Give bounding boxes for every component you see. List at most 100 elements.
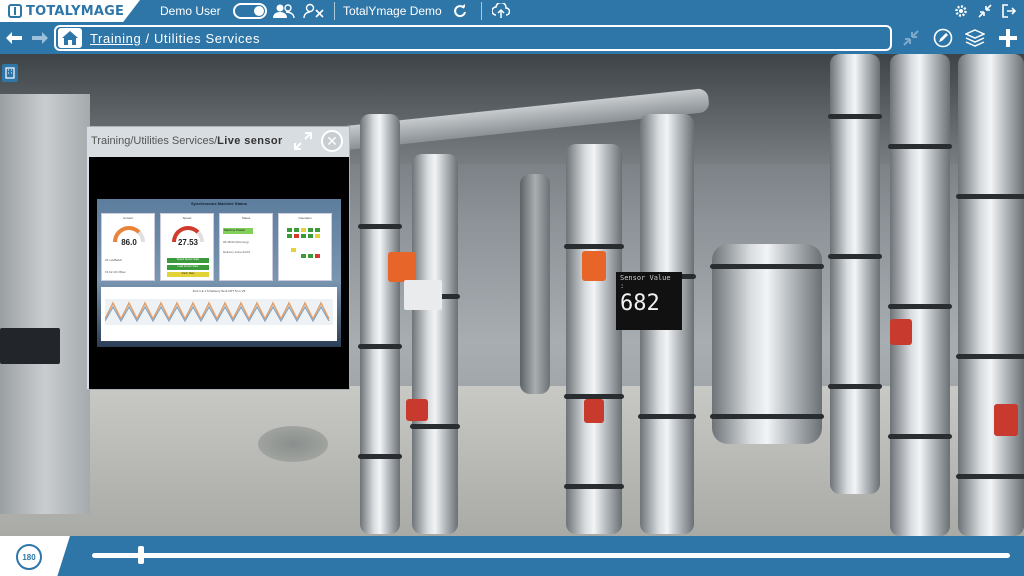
card-note: Delivery since 04:02	[223, 250, 251, 254]
valve-actuator	[994, 404, 1018, 436]
grid-cell	[291, 248, 296, 252]
control-panel	[0, 328, 60, 364]
close-button[interactable]: ✕	[321, 130, 343, 152]
status-bar: Speed Sensor State	[167, 258, 209, 263]
grid-cell	[315, 254, 320, 258]
breadcrumb: Training / Utilities Services	[54, 25, 892, 51]
pipe	[520, 174, 550, 394]
status-bar: Load Sensor State	[167, 265, 209, 270]
map-button[interactable]	[2, 64, 18, 82]
pipe	[828, 54, 882, 494]
add-icon[interactable]	[996, 27, 1020, 49]
trend-lines	[105, 299, 333, 325]
forward-arrow-icon[interactable]	[30, 29, 50, 47]
valve-actuator	[890, 319, 912, 345]
upload-icon[interactable]	[491, 2, 511, 20]
exit-fullscreen-icon[interactable]	[900, 27, 922, 49]
logo-text: TOTALYMAGE	[26, 3, 125, 19]
close-icon: ✕	[326, 132, 338, 149]
pipe	[564, 144, 624, 534]
valve-actuator	[584, 399, 604, 423]
current-card: Current 86.0 26 mA/Batch 15.02.19 Offset	[101, 213, 155, 281]
card-note: 15.02.19 Offset	[105, 270, 126, 274]
grid-cell	[308, 228, 313, 232]
status-bar: Alarm State	[167, 272, 209, 277]
collapse-icon[interactable]	[976, 2, 994, 20]
toggle-knob	[254, 6, 264, 16]
card-title: Speed	[182, 216, 192, 220]
edit-icon[interactable]	[932, 27, 954, 49]
dashboard-title: Synchronous Machine Status	[190, 201, 247, 206]
breadcrumb-link-training[interactable]: Training	[90, 31, 141, 46]
grid-cell	[308, 234, 313, 238]
grid-cell	[315, 228, 320, 232]
layers-icon[interactable]	[964, 27, 986, 49]
speed-card: Speed 27.53 Speed Sensor State Load Sens…	[160, 213, 214, 281]
grid-cell	[301, 228, 306, 232]
operation-card: Operation	[278, 213, 332, 281]
grid-cell	[301, 254, 306, 258]
sensor-label: Sensor Value :	[620, 274, 671, 290]
pipe	[410, 154, 460, 534]
refresh-icon[interactable]	[451, 2, 469, 20]
divider	[481, 2, 482, 20]
popup-path: Training/Utilities Services/	[91, 135, 218, 147]
pipe	[888, 54, 952, 536]
floor-drain	[258, 426, 328, 462]
divider	[334, 2, 335, 20]
valve-actuator	[388, 252, 416, 282]
logo-icon	[8, 4, 22, 18]
trend-title: SLS 1 E 1 5 Delivery Sent NXT 5 L1 V5	[192, 289, 246, 293]
card-title: Status	[241, 216, 251, 220]
grid-cell	[287, 228, 292, 232]
dashboard-screenshot: Synchronous Machine Status Current 86.0 …	[97, 199, 341, 347]
valve-actuator	[582, 251, 606, 281]
valve-actuator	[406, 399, 428, 421]
popup-content: Synchronous Machine Status Current 86.0 …	[89, 157, 349, 389]
gauge-value: 86.0	[121, 238, 137, 247]
junction-box	[404, 280, 442, 310]
wall-tank	[0, 94, 90, 514]
card-title: Operation	[298, 216, 312, 220]
user-name: Demo User	[160, 4, 221, 18]
live-sensor-popup: Training/Utilities Services/Live sensor …	[86, 126, 350, 390]
pipe	[358, 114, 402, 534]
grid-cell	[294, 228, 299, 232]
user-remove-icon[interactable]	[302, 2, 326, 20]
popup-title: Live sensor	[217, 135, 283, 147]
sensor-hotspot[interactable]: Sensor Value : 682	[616, 272, 682, 330]
building-icon	[5, 67, 15, 79]
card-note: 02:48:00 (Running)	[223, 240, 249, 244]
breadcrumb-separator: /	[141, 30, 154, 46]
grid-cell	[315, 234, 320, 238]
home-icon	[62, 31, 78, 45]
pipe-housing	[710, 244, 824, 444]
view-180-label: 180	[22, 552, 36, 562]
card-note: 26 mA/Batch	[105, 258, 123, 262]
user-toggle[interactable]	[233, 3, 267, 19]
timeline-track[interactable]	[92, 553, 1010, 558]
top-bar: TOTALYMAGE Demo User TotalYmage Demo	[0, 0, 1024, 22]
breadcrumb-current: Utilities Services	[153, 30, 261, 46]
bottom-bar: 180	[0, 536, 1024, 576]
card-title: Current	[122, 216, 133, 220]
project-name: TotalYmage Demo	[343, 4, 442, 18]
grid-cell	[308, 254, 313, 258]
pipe	[956, 54, 1024, 536]
grid-cell	[287, 234, 292, 238]
app-logo[interactable]: TOTALYMAGE	[0, 0, 140, 22]
settings-gear-icon[interactable]	[952, 2, 970, 20]
trend-chart: SLS 1 E 1 5 Delivery Sent NXT 5 L1 V5	[101, 287, 337, 341]
home-button[interactable]	[58, 28, 82, 48]
navigation-bar: Training / Utilities Services	[0, 22, 1024, 54]
logout-icon[interactable]	[1000, 2, 1018, 20]
status-card: Status Machine Plastic 02:48:00 (Running…	[219, 213, 273, 281]
sensor-value: 682	[620, 291, 660, 316]
users-icon[interactable]	[271, 2, 297, 20]
view-180-button[interactable]: 180	[16, 544, 42, 570]
timeline-handle[interactable]	[137, 546, 144, 564]
maximize-icon[interactable]	[293, 131, 313, 151]
status-pill: Machine Plastic	[223, 228, 253, 234]
back-arrow-icon[interactable]	[4, 29, 24, 47]
grid-cell	[301, 234, 306, 238]
